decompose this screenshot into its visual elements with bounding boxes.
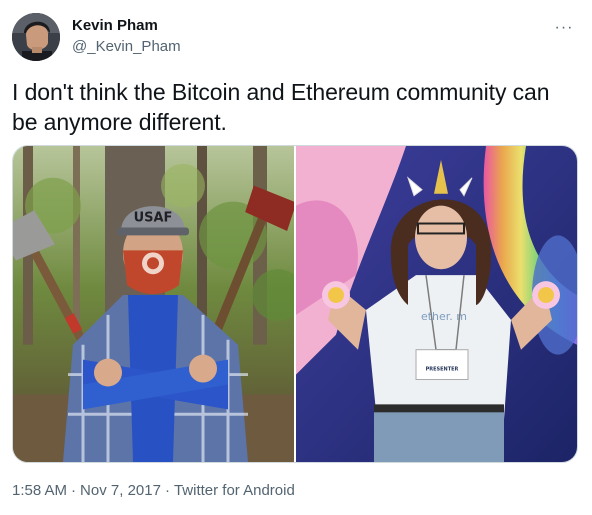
user-handle[interactable]: @_Kevin_Pham (72, 37, 181, 57)
avatar-image (12, 13, 60, 61)
display-name[interactable]: Kevin Pham (72, 17, 181, 35)
presenter-badge: PRESENTER (426, 367, 459, 373)
photo-left[interactable]: USAF (13, 146, 294, 462)
unicorn-presenter-image: ether. m PRESENTER (296, 146, 577, 462)
more-horizontal-icon: ··· (554, 19, 574, 36)
tweet-date[interactable]: Nov 7, 2017 (80, 481, 161, 501)
avatar[interactable] (12, 13, 60, 61)
separator: · (164, 482, 170, 499)
separator: · (71, 482, 77, 499)
media-grid: USAF ether. m PRESENTER (12, 145, 578, 463)
more-options-button[interactable]: ··· (552, 16, 576, 40)
tweet-metadata: 1:58 AM · Nov 7, 2017 · Twitter for Andr… (12, 481, 295, 501)
tweet-time[interactable]: 1:58 AM (12, 481, 67, 501)
forest-axes-image: USAF (13, 146, 294, 462)
author-info: Kevin Pham @_Kevin_Pham (72, 17, 181, 57)
tweet-text: I don't think the Bitcoin and Ethereum c… (12, 79, 550, 135)
tweet-card: Kevin Pham @_Kevin_Pham ··· I don't thin… (0, 0, 592, 515)
tweet-source[interactable]: Twitter for Android (174, 481, 295, 501)
photo-right[interactable]: ether. m PRESENTER (296, 146, 577, 462)
cap-text: USAF (134, 211, 173, 226)
